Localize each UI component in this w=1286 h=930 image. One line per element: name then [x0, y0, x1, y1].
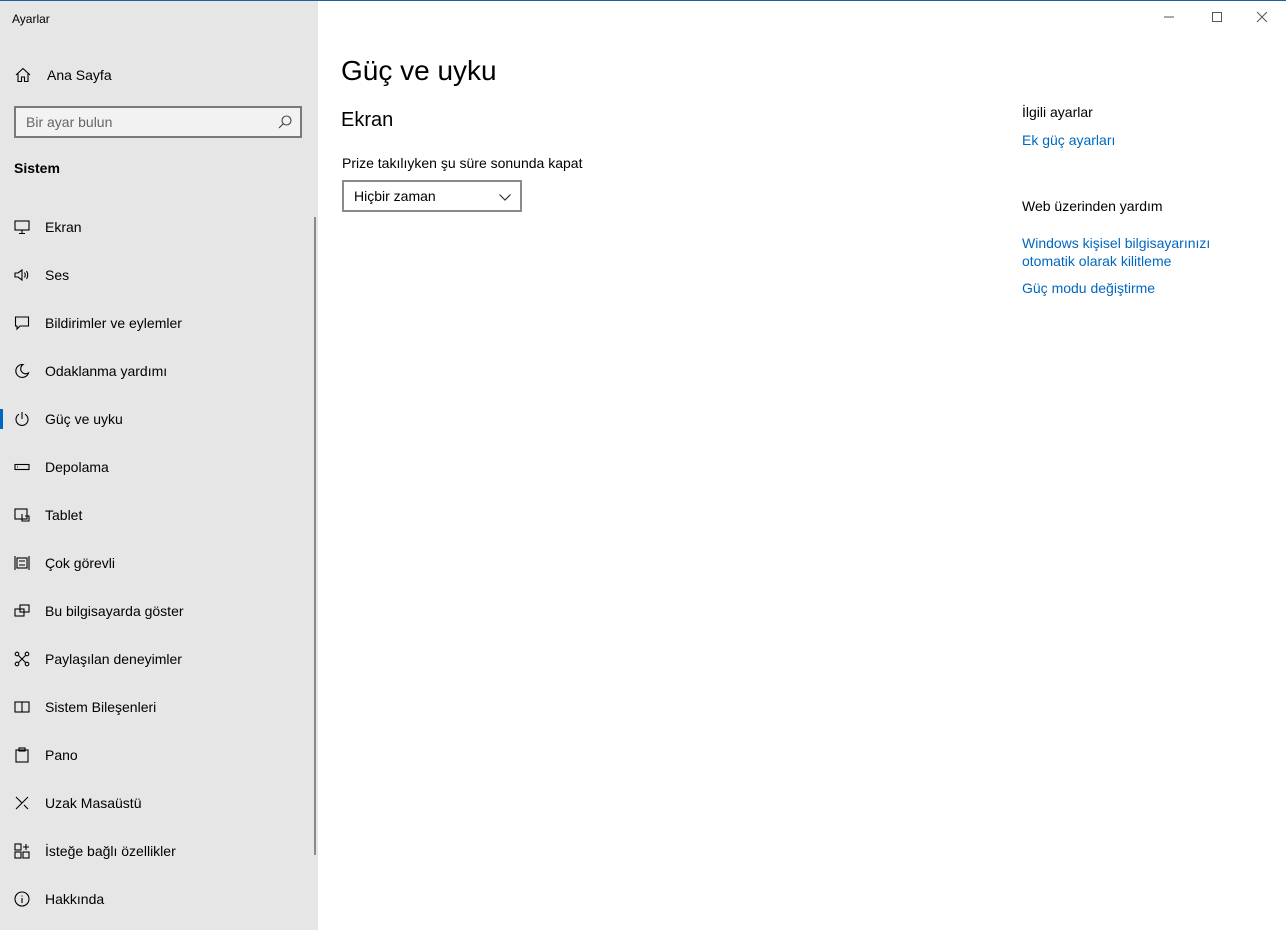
multitask-icon [14, 556, 30, 570]
shared-icon [14, 651, 30, 667]
sidebar: Ayarlar Ana Sayfa Bir ayar bulun Sistem … [0, 1, 318, 930]
project-icon [14, 604, 30, 617]
additional-power-settings-link[interactable]: Ek güç ayarları [1022, 131, 1242, 149]
search-input[interactable]: Bir ayar bulun [14, 106, 302, 138]
auto-lock-help-link[interactable]: Windows kişisel bilgisayarınızı otomatik… [1022, 234, 1222, 270]
sidebar-item-label: Bildirimler ve eylemler [45, 315, 182, 331]
screen-off-label: Prize takılıyken şu süre sonunda kapat [342, 155, 583, 171]
sidebar-item-label: Bu bilgisayarda göster [45, 603, 184, 619]
moon-icon [15, 363, 30, 379]
sidebar-item-label: Çok görevli [45, 555, 116, 571]
info-icon [14, 891, 30, 907]
home-label: Ana Sayfa [47, 67, 112, 83]
sidebar-item-label: Ekran [45, 219, 82, 235]
sidebar-item-clipboard[interactable]: Pano [0, 735, 314, 775]
sidebar-item-monitor[interactable]: Ekran [0, 207, 314, 247]
close-icon [1256, 11, 1268, 23]
sidebar-item-remote-desktop[interactable]: Uzak Masaüstü [0, 783, 314, 823]
sidebar-item-label: Tablet [45, 507, 83, 523]
sidebar-item-power[interactable]: Güç ve uyku [0, 399, 314, 439]
sidebar-item-storage[interactable]: Depolama [0, 447, 314, 487]
sidebar-item-label: Pano [45, 747, 78, 763]
sidebar-item-speaker[interactable]: Ses [0, 255, 314, 295]
search-placeholder: Bir ayar bulun [26, 114, 113, 130]
close-button[interactable] [1239, 1, 1285, 33]
optional-features-icon [14, 843, 30, 859]
monitor-icon [14, 220, 30, 235]
sidebar-item-label: Depolama [45, 459, 109, 475]
power-mode-help-link[interactable]: Güç modu değiştirme [1022, 279, 1242, 297]
sidebar-item-label: Sistem Bileşenleri [45, 699, 157, 715]
maximize-icon [1212, 12, 1222, 22]
home-icon [15, 67, 31, 83]
maximize-button[interactable] [1194, 1, 1240, 33]
components-icon [14, 701, 30, 713]
remote-desktop-icon [15, 796, 29, 810]
sidebar-item-label: Paylaşılan deneyimler [45, 651, 182, 667]
related-settings-heading: İlgili ayarlar [1022, 104, 1093, 120]
sidebar-item-label: İsteğe bağlı özellikler [45, 843, 176, 859]
screen-off-dropdown[interactable]: Hiçbir zaman [342, 180, 522, 212]
selection-indicator [0, 409, 3, 429]
tablet-icon [14, 508, 30, 522]
sidebar-item-shared[interactable]: Paylaşılan deneyimler [0, 639, 314, 679]
scrollbar[interactable] [314, 217, 316, 855]
sidebar-item-components[interactable]: Sistem Bileşenleri [0, 687, 314, 727]
sidebar-item-label: Güç ve uyku [45, 411, 123, 427]
search-icon[interactable] [277, 114, 293, 130]
sidebar-item-info[interactable]: Hakkında [0, 879, 314, 919]
section-title: Ekran [341, 109, 394, 131]
sidebar-item-multitask[interactable]: Çok görevli [0, 543, 314, 583]
home-button[interactable]: Ana Sayfa [0, 59, 318, 91]
sidebar-item-moon[interactable]: Odaklanma yardımı [0, 351, 314, 391]
minimize-icon [1164, 16, 1174, 18]
web-help-heading: Web üzerinden yardım [1022, 198, 1163, 214]
storage-icon [14, 463, 30, 471]
page-title: Güç ve uyku [341, 55, 497, 86]
sidebar-item-label: Ses [45, 267, 70, 283]
sidebar-item-optional-features[interactable]: İsteğe bağlı özellikler [0, 831, 314, 871]
notification-icon [14, 316, 30, 331]
chevron-down-icon [499, 194, 511, 201]
sidebar-item-notification[interactable]: Bildirimler ve eylemler [0, 303, 314, 343]
sidebar-item-tablet[interactable]: Tablet [0, 495, 314, 535]
power-icon [15, 412, 29, 426]
screen-off-value: Hiçbir zaman [354, 188, 436, 204]
clipboard-icon [15, 747, 29, 763]
section-label: Sistem [14, 160, 60, 176]
minimize-button[interactable] [1146, 1, 1192, 33]
sidebar-item-project[interactable]: Bu bilgisayarda göster [0, 591, 314, 631]
sidebar-item-label: Uzak Masaüstü [45, 795, 142, 811]
app-title: Ayarlar [12, 12, 50, 26]
sidebar-item-label: Odaklanma yardımı [45, 363, 168, 379]
sidebar-item-label: Hakkında [45, 891, 105, 907]
speaker-icon [14, 268, 29, 282]
